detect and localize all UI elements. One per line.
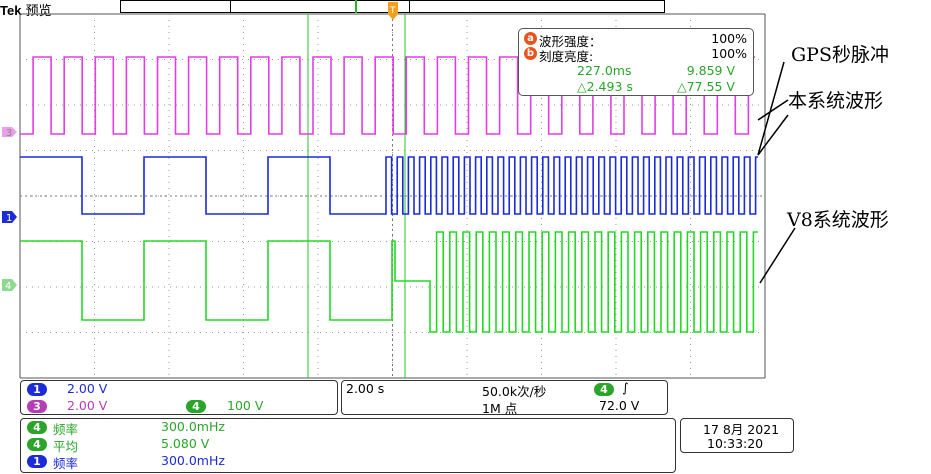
stats-value: 5.080 V <box>161 436 210 451</box>
this-system-annotation: 本系统波形 <box>788 90 884 112</box>
svg-text:1: 1 <box>6 213 12 224</box>
graticule-brightness-badge: b <box>524 47 537 60</box>
ch3-scale: 2.00 V <box>67 398 108 413</box>
cursor-voltage: 9.859 V <box>686 63 735 78</box>
svg-text:T: T <box>389 6 396 16</box>
cursor-time: 227.0ms <box>577 63 632 78</box>
vertical-settings-panel[interactable]: 1 2.00 V 3 2.00 V 4 100 V <box>20 380 338 415</box>
svg-text:4: 4 <box>5 281 11 292</box>
stats-value: 300.0mHz <box>161 453 225 468</box>
stats-channel-badge: 4 <box>27 421 47 434</box>
gps-annotation-arrow <box>757 61 785 156</box>
ch1-ground-marker[interactable]: 1 <box>2 211 17 224</box>
trigger-level: 72.0 V <box>599 398 640 413</box>
ch3-ground-marker[interactable]: 3 <box>2 127 17 139</box>
trigger-position-marker[interactable]: T <box>388 2 398 20</box>
waveform-intensity-value: 100% <box>711 31 747 46</box>
stats-channel-badge: 4 <box>27 438 47 451</box>
ch4-scale: 100 V <box>227 398 264 413</box>
trigger-slope-icon: ∫ <box>622 380 629 395</box>
trigger-source-badge[interactable]: 4 <box>594 383 614 396</box>
cursor-delta-time: △2.493 s <box>577 79 633 94</box>
graticule-brightness-value: 100% <box>711 46 747 61</box>
ch4-ground-marker[interactable]: 4 <box>2 279 17 292</box>
ch4-badge[interactable]: 4 <box>186 400 206 413</box>
ch1-scale: 2.00 V <box>67 381 108 396</box>
datetime-panel: 17 8月 2021 10:33:20 <box>680 418 794 453</box>
time-label: 10:33:20 <box>707 436 764 451</box>
stats-channel-badge: 1 <box>27 455 47 468</box>
cursor-delta-voltage: △77.55 V <box>677 79 735 94</box>
waveform-intensity-badge: a <box>524 32 537 45</box>
ch3-badge[interactable]: 3 <box>27 400 47 413</box>
horizontal-settings-panel[interactable]: 2.00 s 50.0k次/秒 1M 点 4 ∫ 72.0 V <box>341 380 668 416</box>
ch1-badge[interactable]: 1 <box>27 383 47 396</box>
stats-value: 300.0mHz <box>161 419 225 434</box>
timebase: 2.00 s <box>346 381 385 396</box>
ch4-trace <box>20 231 758 333</box>
v8-system-annotation: V8系统波形 <box>787 209 889 231</box>
stats-label: 频率 <box>53 456 79 471</box>
gps-pulse-annotation: GPS秒脉冲 <box>791 44 889 66</box>
svg-text:3: 3 <box>6 128 12 139</box>
system-annotation-arrow-2 <box>757 114 789 156</box>
record-length: 1M 点 <box>482 401 518 416</box>
ch1-trace <box>20 156 758 215</box>
cursor-readout-panel[interactable]: a 波形强度： 100% b 刻度亮度: 100% 227.0ms 9.859 … <box>518 28 754 96</box>
measurement-stats-panel[interactable]: 4 频率 300.0mHz 4 平均 5.080 V 1 频率 300.0mHz <box>20 418 676 473</box>
